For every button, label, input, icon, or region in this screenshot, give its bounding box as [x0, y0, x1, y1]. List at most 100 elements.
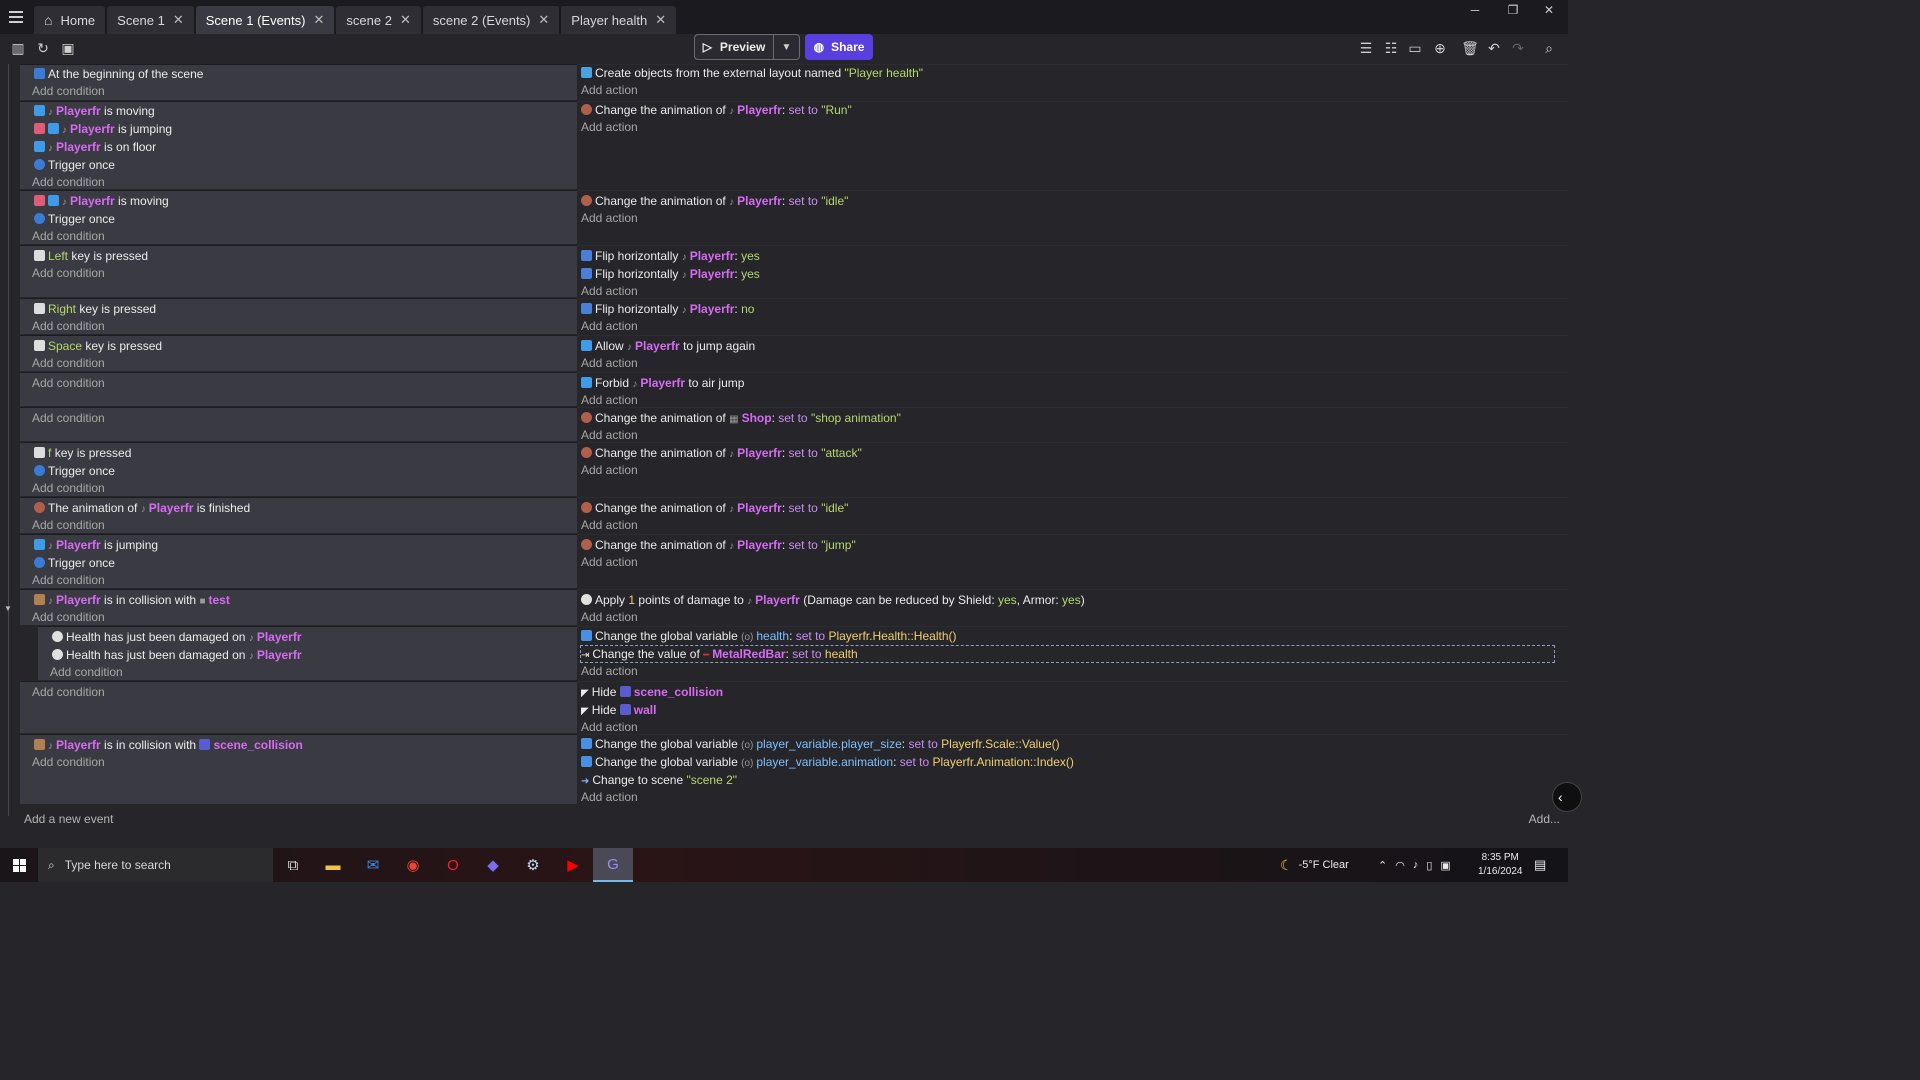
- menu-icon[interactable]: [0, 0, 32, 34]
- add-more-button[interactable]: Add...: [1529, 812, 1560, 826]
- event-row[interactable]: The animation of ♪ Playerfr is finished A…: [20, 497, 1568, 533]
- close-icon[interactable]: ✕: [538, 12, 549, 28]
- search-icon[interactable]: ⌕: [1539, 38, 1559, 58]
- condition[interactable]: Health has just been damaged on ♪ Playerf…: [52, 629, 302, 645]
- event-row[interactable]: Add condition Forbid ♪ Playerfr to air ju…: [20, 372, 1568, 408]
- collapse-arrow-icon[interactable]: ▼: [4, 604, 12, 613]
- conditions-panel[interactable]: Health has just been damaged on ♪ Playerf…: [38, 626, 577, 680]
- add-action[interactable]: Add action: [581, 210, 638, 226]
- close-icon[interactable]: ✕: [400, 12, 411, 28]
- add-condition[interactable]: Add condition: [32, 410, 105, 426]
- condition[interactable]: Left key is pressed: [34, 248, 148, 264]
- add-action[interactable]: Add action: [581, 462, 638, 478]
- taskbar-search[interactable]: ⌕ Type here to search: [38, 848, 273, 882]
- add-condition[interactable]: Add condition: [32, 318, 105, 334]
- condition[interactable]: f key is pressed: [34, 445, 131, 461]
- restore-icon[interactable]: ❐: [1494, 0, 1532, 20]
- event-row[interactable]: ♪ Playerfr is moving ♪ Playerfr is jumping…: [20, 101, 1568, 189]
- task-view-icon[interactable]: ⧉: [273, 848, 313, 882]
- condition[interactable]: ♪ Playerfr is on floor: [34, 139, 156, 155]
- conditions-panel[interactable]: ♪ Playerfr is in collision with scene_col…: [20, 734, 577, 804]
- action[interactable]: ◤ Hide wall: [581, 702, 656, 718]
- action[interactable]: ◤ Hide scene_collision: [581, 684, 723, 700]
- conditions-panel[interactable]: f key is pressed Trigger once Add condit…: [20, 442, 577, 496]
- add-action[interactable]: Add action: [581, 609, 638, 625]
- clock[interactable]: 8:35 PM 1/16/2024: [1478, 848, 1523, 882]
- add-condition[interactable]: Add condition: [32, 174, 105, 190]
- add-action[interactable]: Add action: [581, 719, 638, 735]
- add-new-event[interactable]: Add a new event: [24, 812, 113, 826]
- conditions-panel[interactable]: ♪ Playerfr is in collision with ■ test Add…: [20, 589, 577, 625]
- add-sub-event-icon[interactable]: ☷: [1381, 38, 1401, 58]
- action[interactable]: Change the global variable (o) player_var…: [581, 736, 1060, 752]
- add-action[interactable]: Add action: [581, 355, 638, 371]
- action[interactable]: Change the animation of ♪ Playerfr: set t…: [581, 102, 852, 118]
- chevron-up-icon[interactable]: ⌃: [1378, 859, 1387, 872]
- actions-panel[interactable]: Change the animation of ♪ Playerfr: set t…: [577, 534, 1568, 588]
- window-close-icon[interactable]: ✕: [1530, 0, 1568, 20]
- conditions-panel[interactable]: Add condition: [20, 407, 577, 441]
- condition[interactable]: ♪ Playerfr is moving: [34, 193, 169, 209]
- history-icon[interactable]: ↻: [33, 38, 53, 58]
- event-row[interactable]: ♪ Playerfr is jumping Trigger once Add co…: [20, 534, 1568, 588]
- gdevelop-icon[interactable]: G: [593, 848, 633, 882]
- mail-icon[interactable]: ✉: [353, 848, 393, 882]
- action[interactable]: Change the global variable (o) player_var…: [581, 754, 1074, 770]
- condition[interactable]: Trigger once: [34, 555, 115, 571]
- add-condition[interactable]: Add condition: [32, 517, 105, 533]
- add-action[interactable]: Add action: [581, 554, 638, 570]
- condition[interactable]: ♪ Playerfr is moving: [34, 103, 155, 119]
- event-row[interactable]: Right key is pressed Add condition Flip …: [20, 298, 1568, 334]
- actions-panel[interactable]: Create objects from the external layout …: [577, 64, 1568, 100]
- actions-panel[interactable]: Change the animation of ▦ Shop: set to "s…: [577, 407, 1568, 442]
- event-row[interactable]: ♪ Playerfr is moving Trigger once Add con…: [20, 190, 1568, 244]
- sub-event-row[interactable]: Health has just been damaged on ♪ Playerf…: [20, 626, 1568, 680]
- action[interactable]: Change the animation of ♪ Playerfr: set t…: [581, 445, 862, 461]
- add-comment-icon[interactable]: ▭: [1405, 38, 1425, 58]
- battery-icon[interactable]: ▯: [1426, 859, 1432, 872]
- file-explorer-icon[interactable]: ▬: [313, 848, 353, 882]
- close-icon[interactable]: ✕: [173, 12, 184, 28]
- event-row[interactable]: At the beginning of the scene Add condit…: [20, 64, 1568, 100]
- add-action[interactable]: Add action: [581, 392, 638, 408]
- tab-scene-1[interactable]: Scene 1 ✕: [107, 6, 194, 34]
- condition[interactable]: Trigger once: [34, 463, 115, 479]
- weather-widget[interactable]: ☾ -5°F Clear: [1280, 848, 1349, 882]
- actions-panel[interactable]: Forbid ♪ Playerfr to air jump Add action: [577, 372, 1568, 408]
- action[interactable]: Change the animation of ♪ Playerfr: set t…: [581, 537, 856, 553]
- actions-panel[interactable]: Change the global variable (o) player_var…: [577, 734, 1568, 804]
- action[interactable]: Forbid ♪ Playerfr to air jump: [581, 375, 744, 391]
- add-condition[interactable]: Add condition: [32, 609, 105, 625]
- condition[interactable]: ♪ Playerfr is jumping: [34, 121, 172, 137]
- action[interactable]: Change the global variable (o) health: se…: [581, 628, 957, 644]
- add-condition[interactable]: Add condition: [32, 375, 105, 391]
- delete-icon[interactable]: 🗑: [1460, 38, 1480, 58]
- conditions-panel[interactable]: Right key is pressed Add condition: [20, 298, 577, 334]
- add-action[interactable]: Add action: [581, 283, 638, 299]
- add-condition[interactable]: Add condition: [32, 228, 105, 244]
- condition[interactable]: Space key is pressed: [34, 338, 162, 354]
- add-action[interactable]: Add action: [581, 789, 638, 805]
- action[interactable]: Flip horizontally ♪ Playerfr: no: [581, 301, 754, 317]
- share-button[interactable]: ◍ Share: [805, 34, 873, 60]
- tab-scene-2[interactable]: scene 2 ✕: [336, 6, 421, 34]
- action[interactable]: Allow ♪ Playerfr to jump again: [581, 338, 755, 354]
- actions-panel[interactable]: Flip horizontally ♪ Playerfr: yes Flip ho…: [577, 245, 1568, 299]
- add-condition[interactable]: Add condition: [32, 265, 105, 281]
- add-condition[interactable]: Add condition: [32, 83, 105, 99]
- save-icon[interactable]: ▣: [58, 38, 78, 58]
- action[interactable]: Create objects from the external layout …: [581, 65, 923, 81]
- conditions-panel[interactable]: Add condition: [20, 372, 577, 406]
- add-icon[interactable]: ⊕: [1430, 38, 1450, 58]
- minimize-icon[interactable]: ─: [1456, 0, 1494, 20]
- add-action[interactable]: Add action: [581, 119, 638, 135]
- event-row[interactable]: ♪ Playerfr is in collision with ■ test Add…: [20, 589, 1568, 625]
- conditions-panel[interactable]: At the beginning of the scene Add condit…: [20, 64, 577, 100]
- tab-scene-1-events[interactable]: Scene 1 (Events) ✕: [195, 6, 335, 34]
- condition[interactable]: ♪ Playerfr is in collision with ■ test: [34, 592, 230, 608]
- actions-panel[interactable]: ◤ Hide scene_collision ◤ Hide wall Add act…: [577, 681, 1568, 735]
- condition[interactable]: Health has just been damaged on ♪ Playerf…: [52, 647, 302, 663]
- windows-start-icon[interactable]: [0, 848, 38, 882]
- tab-player-health[interactable]: Player health ✕: [561, 6, 677, 34]
- tab-scene-2-events[interactable]: scene 2 (Events) ✕: [422, 6, 560, 34]
